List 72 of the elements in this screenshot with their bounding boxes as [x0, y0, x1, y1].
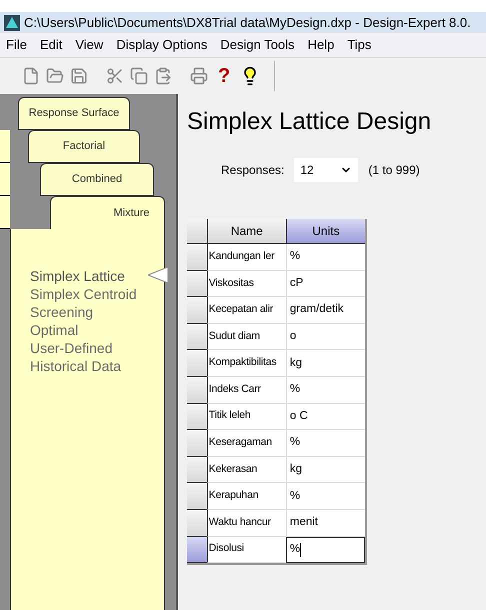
row-header[interactable] — [187, 456, 207, 484]
table-cell[interactable]: cP — [286, 270, 365, 298]
window-title: C:\Users\Public\Documents\DX8Trial data\MyDesign.dxp - Design-Expert 8.0. — [24, 14, 471, 32]
paste-icon[interactable] — [154, 67, 172, 85]
new-file-icon[interactable] — [22, 67, 40, 85]
table-cell[interactable]: % — [286, 376, 365, 404]
corner-header — [187, 219, 207, 244]
row-header[interactable] — [187, 244, 207, 271]
menu-item[interactable]: Display Options — [116, 35, 208, 55]
page-heading: Simplex Lattice Design — [187, 107, 432, 137]
pointer-icon — [148, 265, 168, 285]
table-cell[interactable]: menit — [286, 510, 365, 537]
responses-hint: (1 to 999) — [368, 162, 420, 179]
responses-dropdown[interactable]: 12 — [294, 158, 358, 182]
menu-item[interactable]: File — [6, 35, 27, 55]
menu-item[interactable]: View — [75, 35, 104, 55]
design-tab[interactable]: Response Surface — [18, 97, 130, 130]
table-cell[interactable]: kg — [286, 350, 365, 377]
scissors-icon[interactable] — [106, 67, 124, 85]
table-cell: Kecepatan alir — [206, 297, 286, 324]
row-header[interactable] — [187, 430, 207, 457]
column-header[interactable]: Name — [206, 219, 286, 244]
tab-page-edge — [0, 196, 10, 229]
design-type-item[interactable]: Optimal — [30, 321, 78, 339]
design-tab[interactable]: Factorial — [28, 130, 140, 163]
row-header[interactable] — [187, 297, 207, 324]
printer-icon[interactable] — [190, 67, 208, 85]
design-type-item[interactable]: Historical Data — [30, 357, 122, 375]
row-header[interactable] — [187, 324, 207, 350]
table-cell: Disolusi — [206, 536, 286, 564]
design-type-item[interactable]: User-Defined — [30, 339, 112, 357]
tab-page-edge — [0, 130, 10, 163]
menu-item[interactable]: Help — [308, 35, 334, 55]
table-cell: Viskositas — [206, 270, 286, 298]
table-cell[interactable]: % — [286, 244, 365, 271]
table-cell: Titik leleh — [206, 404, 286, 430]
row-header[interactable] — [187, 510, 207, 537]
design-type-item[interactable]: Simplex Lattice — [30, 267, 125, 285]
row-header[interactable] — [187, 536, 207, 564]
table-cell[interactable]: o — [286, 324, 365, 350]
row-header[interactable] — [187, 404, 207, 430]
column-header[interactable]: Units — [286, 219, 365, 244]
app-logo-icon — [4, 14, 20, 30]
design-type-item[interactable]: Screening — [30, 303, 94, 321]
table-cell[interactable]: % — [286, 536, 365, 564]
design-type-item[interactable]: Simplex Centroid — [30, 285, 137, 303]
design-tab[interactable]: Combined — [40, 163, 154, 196]
table-cell[interactable]: o C — [286, 404, 365, 430]
menu-item[interactable]: Tips — [347, 35, 372, 55]
table-cell[interactable]: % — [286, 483, 365, 510]
table-cell: Keseragaman — [206, 430, 286, 457]
row-header[interactable] — [187, 376, 207, 404]
design-tab[interactable]: Mixture — [50, 196, 165, 229]
help-button[interactable]: ? — [218, 66, 230, 86]
table-cell: Kekerasan — [206, 456, 286, 484]
save-icon[interactable] — [70, 67, 88, 85]
folder-icon[interactable] — [46, 67, 64, 85]
table-cell: Indeks Carr — [206, 376, 286, 404]
table-cell[interactable]: kg — [286, 456, 365, 484]
table-cell: Kandungan ler — [206, 244, 286, 271]
table-cell: Sudut diam — [206, 324, 286, 350]
tab-page-edge — [0, 163, 10, 196]
table-cell[interactable]: gram/detik — [286, 297, 365, 324]
menu-item[interactable]: Edit — [40, 35, 62, 55]
copy-icon[interactable] — [130, 67, 148, 85]
table-cell: Kompaktibilitas — [206, 350, 286, 377]
responses-label: Responses: — [221, 162, 284, 179]
row-header[interactable] — [187, 270, 207, 298]
table-cell[interactable]: % — [286, 430, 365, 457]
menu-item[interactable]: Design Tools — [220, 35, 295, 55]
table-cell: Waktu hancur — [206, 510, 286, 537]
table-cell: Kerapuhan — [206, 483, 286, 510]
